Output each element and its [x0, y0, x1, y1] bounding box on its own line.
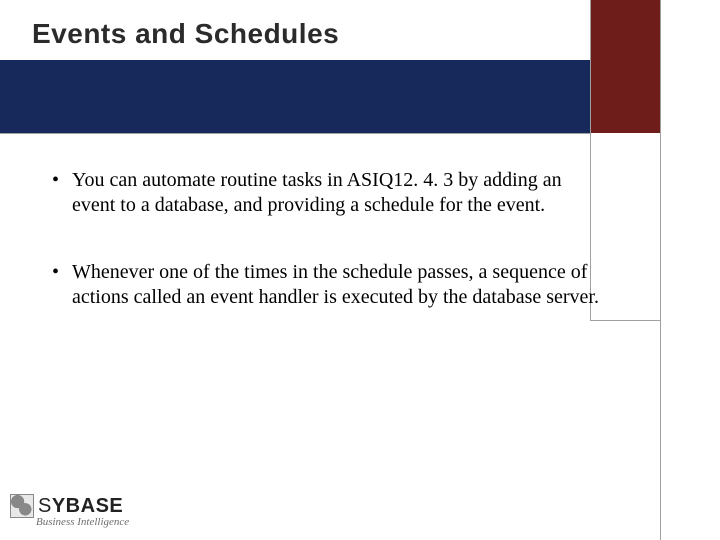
brand-wordmark-thin: S	[38, 495, 52, 517]
bullet-item: Whenever one of the times in the schedul…	[48, 260, 608, 310]
divider-line	[0, 133, 660, 134]
sybase-logo-icon	[10, 494, 34, 518]
slide-body: You can automate routine tasks in ASIQ12…	[48, 168, 608, 352]
brand-tagline: Business Intelligence	[36, 516, 129, 528]
brand-wordmark: SYBASE	[38, 495, 123, 518]
page-title: Events and Schedules	[32, 18, 339, 50]
accent-block-white	[660, 0, 720, 60]
divider-line	[660, 0, 661, 540]
accent-block-maroon	[590, 60, 660, 133]
bullet-item: You can automate routine tasks in ASIQ12…	[48, 168, 608, 218]
brand-wordmark-heavy: YBASE	[52, 495, 123, 517]
brand-logo: SYBASE Business Intelligence	[10, 494, 129, 528]
accent-block-maroon	[590, 0, 660, 60]
accent-block-white	[660, 133, 720, 540]
accent-block-white	[660, 60, 720, 133]
